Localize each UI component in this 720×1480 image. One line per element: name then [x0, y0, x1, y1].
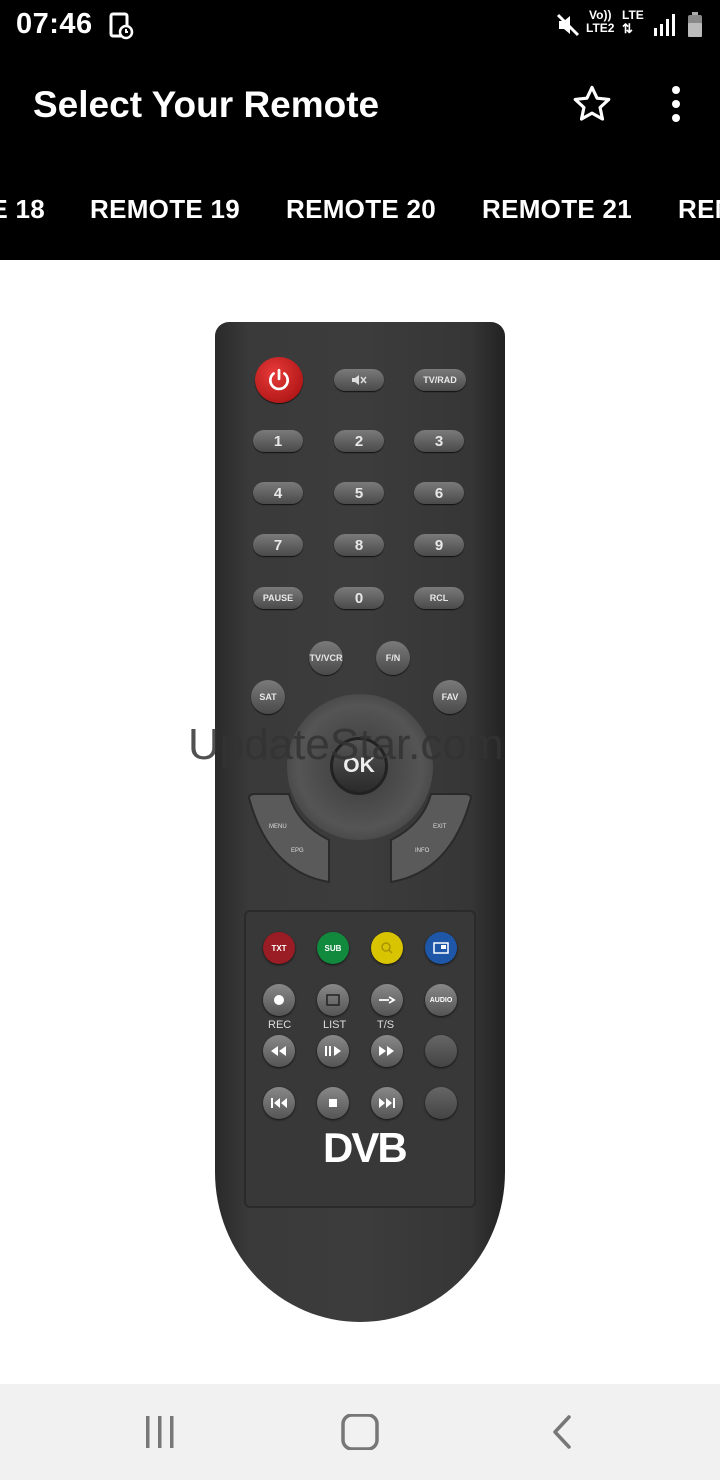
- volte-icon: Vo)) LTE2: [586, 9, 614, 35]
- tv-vcr-button[interactable]: TV/VCR: [309, 641, 343, 675]
- page-title: Select Your Remote: [33, 84, 380, 125]
- blank-button-2[interactable]: [425, 1087, 457, 1119]
- signal-icon: [652, 12, 678, 43]
- stop-button[interactable]: [317, 1087, 349, 1119]
- ts-label: T/S: [377, 1019, 395, 1031]
- navigation-bar: [0, 1384, 720, 1480]
- blank-button-1[interactable]: [425, 1035, 457, 1067]
- yellow-button[interactable]: [371, 932, 403, 964]
- menu-epg-arrow-left[interactable]: [247, 793, 330, 884]
- skip-next-icon: [379, 1098, 395, 1108]
- recents-icon[interactable]: [140, 1414, 180, 1455]
- mute-speaker-icon: [352, 375, 367, 385]
- record-icon: [274, 995, 284, 1005]
- tab-remote-20[interactable]: REMOTE 20: [286, 194, 436, 225]
- overflow-menu-icon[interactable]: [666, 84, 686, 129]
- home-icon[interactable]: [340, 1413, 380, 1455]
- watermark-text: UpdateStar.com: [188, 720, 504, 769]
- status-bar: 07:46 Vo)) LTE2 LTE ⇅: [0, 0, 720, 52]
- dvb-logo: DVB: [323, 1124, 408, 1171]
- lte-icon: LTE ⇅: [622, 8, 644, 36]
- screen: 07:46 Vo)) LTE2 LTE ⇅ Select Your Remote: [0, 0, 720, 1480]
- mute-icon: [555, 12, 581, 43]
- list-label: LIST: [323, 1019, 347, 1031]
- digit-1-button[interactable]: 1: [253, 430, 303, 452]
- power-icon: [269, 368, 289, 391]
- list-icon: [326, 994, 340, 1006]
- fast-forward-button[interactable]: [371, 1035, 403, 1067]
- list-button[interactable]: [317, 984, 349, 1016]
- audio-button[interactable]: AUDIO: [425, 984, 457, 1016]
- skip-previous-icon: [271, 1098, 287, 1108]
- rewind-button[interactable]: [263, 1035, 295, 1067]
- tab-remote-21[interactable]: REMOTE 21: [482, 194, 632, 225]
- screenshot-icon: [108, 12, 134, 45]
- mute-button[interactable]: [334, 369, 384, 391]
- timeshift-icon: [379, 996, 396, 1004]
- digit-0-button[interactable]: 0: [334, 587, 384, 609]
- search-icon: [381, 942, 393, 954]
- rec-label: REC: [268, 1019, 292, 1031]
- tv-rad-button[interactable]: TV/RAD: [414, 369, 466, 391]
- lte2-label: LTE2: [586, 21, 615, 35]
- recall-button[interactable]: RCL: [414, 587, 464, 609]
- exit-info-arrow-right[interactable]: [390, 793, 473, 884]
- exit-label: EXIT: [433, 824, 447, 830]
- red-txt-button[interactable]: TXT: [263, 932, 295, 964]
- remote-tabs: REMOTE 18 REMOTE 19 REMOTE 20 REMOTE 21 …: [0, 160, 720, 260]
- digit-2-button[interactable]: 2: [334, 430, 384, 452]
- green-sub-button[interactable]: SUB: [317, 932, 349, 964]
- power-button[interactable]: [255, 357, 303, 403]
- next-button[interactable]: [371, 1087, 403, 1119]
- digit-5-button[interactable]: 5: [334, 482, 384, 504]
- info-label: INFO: [415, 848, 430, 854]
- digit-8-button[interactable]: 8: [334, 534, 384, 556]
- digit-7-button[interactable]: 7: [253, 534, 303, 556]
- battery-icon: [686, 11, 704, 44]
- rewind-icon: [271, 1046, 286, 1056]
- blue-button[interactable]: [425, 932, 457, 964]
- tab-remote-19[interactable]: REMOTE 19: [90, 194, 240, 225]
- previous-button[interactable]: [263, 1087, 295, 1119]
- star-icon[interactable]: [571, 83, 613, 130]
- digit-6-button[interactable]: 6: [414, 482, 464, 504]
- play-pause-button[interactable]: [317, 1035, 349, 1067]
- record-button[interactable]: [263, 984, 295, 1016]
- epg-label: EPG: [291, 848, 304, 854]
- fn-button[interactable]: F/N: [376, 641, 410, 675]
- stop-icon: [329, 1099, 337, 1107]
- fast-forward-icon: [379, 1046, 394, 1056]
- tab-remote-22[interactable]: REMOTE 22: [678, 194, 720, 225]
- back-icon[interactable]: [545, 1414, 581, 1455]
- app-bar: Select Your Remote: [0, 52, 720, 160]
- digit-3-button[interactable]: 3: [414, 430, 464, 452]
- tab-remote-18[interactable]: REMOTE 18: [0, 194, 45, 225]
- screen-icon: [433, 942, 449, 954]
- timeshift-button[interactable]: [371, 984, 403, 1016]
- digit-9-button[interactable]: 9: [414, 534, 464, 556]
- menu-label: MENU: [269, 824, 287, 830]
- digit-4-button[interactable]: 4: [253, 482, 303, 504]
- play-pause-icon: [325, 1046, 341, 1056]
- pause-button[interactable]: PAUSE: [253, 587, 303, 609]
- status-time: 07:46: [16, 8, 93, 40]
